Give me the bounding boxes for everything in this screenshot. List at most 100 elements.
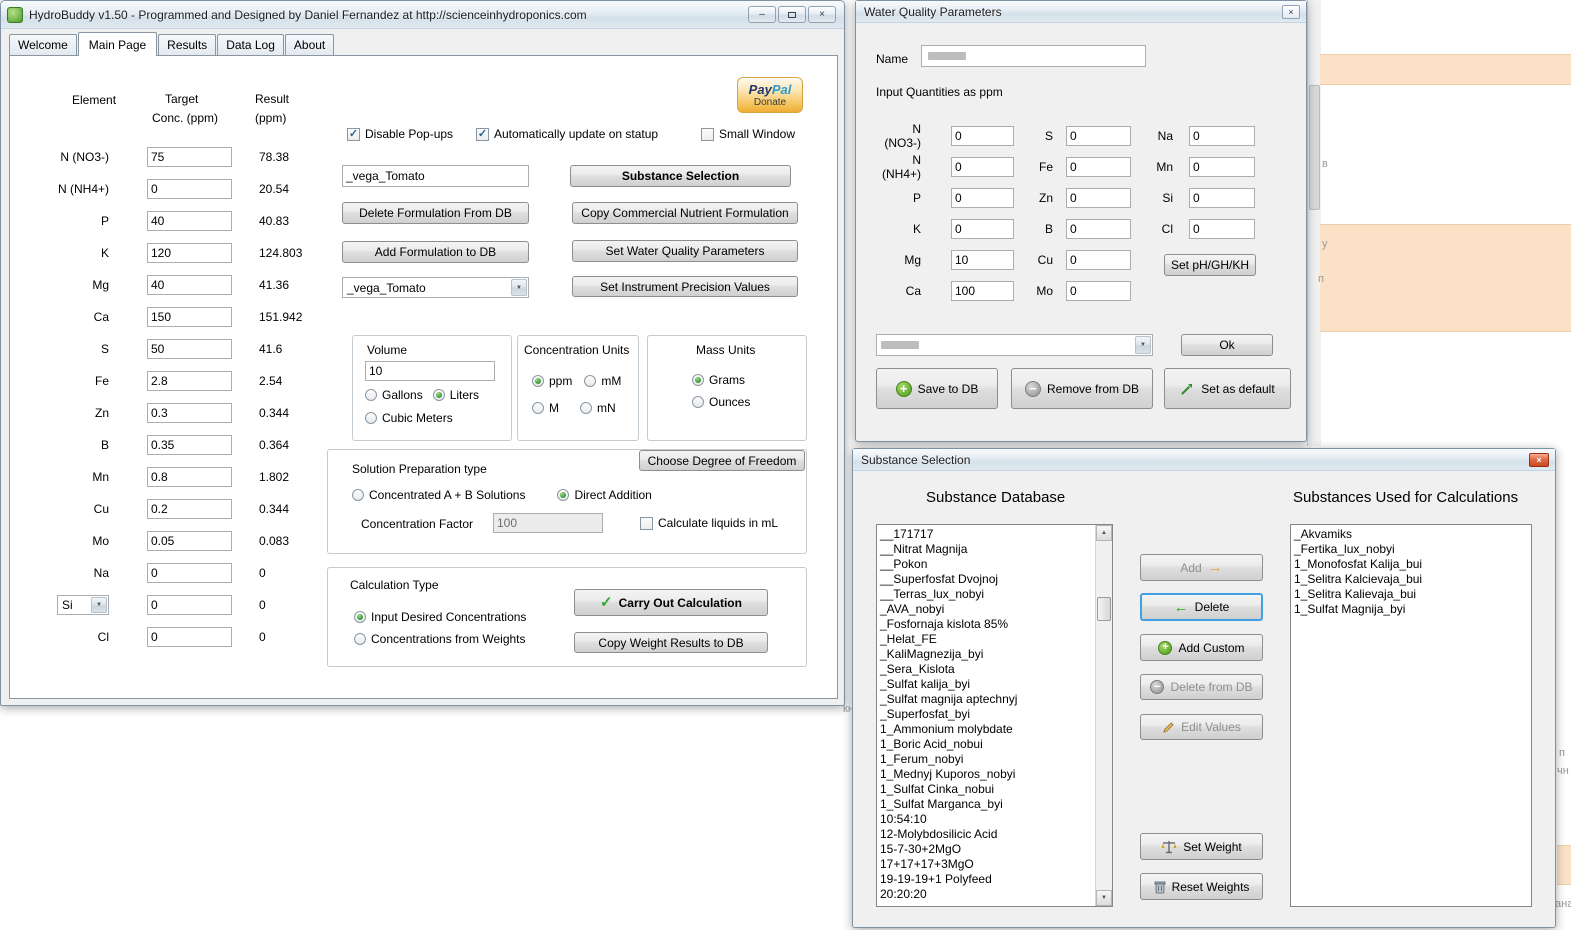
delete-from-db-button[interactable]: − Delete from DB <box>1140 674 1263 700</box>
substance-item[interactable]: 1_Monofosfat Kalija_bui <box>1291 557 1531 572</box>
substance-item[interactable]: _Sulfat kalija_byi <box>877 677 1095 692</box>
target-conc-input[interactable] <box>147 563 232 583</box>
wq-field-input[interactable] <box>1066 126 1131 146</box>
target-conc-input[interactable] <box>147 243 232 263</box>
radio-option[interactable]: mM <box>584 374 621 388</box>
checkbox-calc-liquids[interactable]: ✓ Calculate liquids in mL <box>640 516 778 530</box>
close-button[interactable]: × <box>1529 453 1549 467</box>
radio-option[interactable]: Concentrations from Weights <box>354 632 564 646</box>
set-ph-gh-kh-button[interactable]: Set pH/GH/KH <box>1164 254 1256 276</box>
reset-weights-button[interactable]: Reset Weights <box>1140 873 1263 900</box>
delete-formulation-button[interactable]: Delete Formulation From DB <box>342 202 529 224</box>
wq-field-input[interactable] <box>1189 157 1255 177</box>
radio-option[interactable]: mN <box>580 401 616 415</box>
substance-item[interactable]: __Terras_lux_nobyi <box>877 587 1095 602</box>
substance-item[interactable]: 1_Ammonium molybdate <box>877 722 1095 737</box>
checkbox-auto-update[interactable]: ✓ Automatically update on statup <box>476 127 658 141</box>
radio-option[interactable]: Concentrated A + B Solutions <box>352 488 525 502</box>
ok-button[interactable]: Ok <box>1181 334 1273 356</box>
set-weight-button[interactable]: Set Weight <box>1140 833 1263 860</box>
target-conc-input[interactable] <box>147 595 232 615</box>
substance-item[interactable]: _AVA_nobyi <box>877 602 1095 617</box>
substance-item[interactable]: 1_Boric Acid_nobui <box>877 737 1095 752</box>
wq-source-dropdown[interactable]: ▼ <box>876 334 1153 356</box>
target-conc-input[interactable] <box>147 531 232 551</box>
set-as-default-button[interactable]: Set as default <box>1164 368 1291 409</box>
set-instrument-precision-button[interactable]: Set Instrument Precision Values <box>572 276 798 297</box>
chevron-down-icon[interactable]: ▼ <box>91 597 107 613</box>
radio-option[interactable]: Gallons <box>365 388 423 402</box>
substance-item[interactable]: 1_Sulfat Cinka_nobui <box>877 782 1095 797</box>
substance-item[interactable]: 17+17+17+3MgO <box>877 857 1095 872</box>
name-input[interactable] <box>921 45 1146 67</box>
target-conc-input[interactable] <box>147 147 232 167</box>
target-conc-input[interactable] <box>147 435 232 455</box>
substance-item[interactable]: _Helat_FE <box>877 632 1095 647</box>
substance-item[interactable]: __Nitrat Magnija <box>877 542 1095 557</box>
substance-item[interactable]: _Superfosfat_byi <box>877 707 1095 722</box>
tab[interactable]: Results <box>158 34 217 55</box>
checkbox-disable-popups[interactable]: ✓ Disable Pop-ups <box>347 127 453 141</box>
target-conc-input[interactable] <box>147 467 232 487</box>
wq-field-input[interactable] <box>1066 219 1131 239</box>
substance-item[interactable]: 1_Sulfat Magnija_byi <box>1291 602 1531 617</box>
list-scrollbar[interactable]: ▲ ▼ <box>1095 525 1112 906</box>
substance-item[interactable]: 15-7-30+2MgO <box>877 842 1095 857</box>
wq-field-input[interactable] <box>1066 157 1131 177</box>
minimize-button[interactable]: – <box>748 6 776 23</box>
target-conc-input[interactable] <box>147 371 232 391</box>
substance-item[interactable]: _Akvamiks <box>1291 527 1531 542</box>
scroll-thumb[interactable] <box>1097 597 1111 621</box>
checkbox-small-window[interactable]: ✓ Small Window <box>701 127 795 141</box>
wq-titlebar[interactable]: Water Quality Parameters × <box>856 1 1306 23</box>
substance-database-list[interactable]: ▲ ▼ __171717 __Nitrat Magnija __Pokon __… <box>876 524 1113 907</box>
radio-option[interactable]: Input Desired Concentrations <box>354 610 564 624</box>
carry-out-calculation-button[interactable]: ✓ Carry Out Calculation <box>574 589 768 616</box>
substance-item[interactable]: _Sulfat magnija aptechnyj <box>877 692 1095 707</box>
substance-item[interactable]: 12-Molybdosilicic Acid <box>877 827 1095 842</box>
radio-option[interactable]: Cubic Meters <box>365 411 453 425</box>
substance-item[interactable]: 1_Mednyj Kuporos_nobyi <box>877 767 1095 782</box>
delete-substance-button[interactable]: ← Delete <box>1140 593 1263 621</box>
substance-titlebar[interactable]: Substance Selection × <box>853 449 1555 471</box>
target-conc-input[interactable] <box>147 499 232 519</box>
maximize-button[interactable] <box>778 6 806 23</box>
radio-option[interactable]: Liters <box>432 388 479 402</box>
substance-item[interactable]: __Pokon <box>877 557 1095 572</box>
wq-field-input[interactable] <box>951 281 1014 301</box>
add-custom-button[interactable]: + Add Custom <box>1140 634 1263 661</box>
wq-field-input[interactable] <box>1066 188 1131 208</box>
add-substance-button[interactable]: Add → <box>1140 554 1263 581</box>
remove-from-db-button[interactable]: − Remove from DB <box>1011 368 1153 409</box>
substances-used-list[interactable]: _Akvamiks _Fertika_lux_nobyi 1_Monofosfa… <box>1290 524 1532 907</box>
radio-option[interactable]: M <box>532 401 568 415</box>
wq-field-input[interactable] <box>1189 188 1255 208</box>
substance-item[interactable]: _Fosfornaja kislota 85% <box>877 617 1095 632</box>
target-conc-input[interactable] <box>147 211 232 231</box>
radio-option[interactable]: ppm <box>532 374 572 388</box>
add-formulation-button[interactable]: Add Formulation to DB <box>342 241 529 263</box>
radio-option[interactable]: Grams <box>692 373 782 387</box>
substance-item[interactable]: 1_Ferum_nobyi <box>877 752 1095 767</box>
target-conc-input[interactable] <box>147 403 232 423</box>
wq-field-input[interactable] <box>951 126 1014 146</box>
tab[interactable]: Welcome <box>9 34 77 55</box>
substance-item[interactable]: 19-19-19+1 Polyfeed <box>877 872 1095 887</box>
element-select[interactable]: Si ▼ <box>57 595 109 615</box>
scroll-down-icon[interactable]: ▼ <box>1096 890 1112 906</box>
tab[interactable]: Main Page <box>77 32 158 56</box>
formulation-dropdown[interactable]: _vega_Tomato ▼ <box>342 277 529 298</box>
edit-values-button[interactable]: Edit Values <box>1140 714 1263 740</box>
target-conc-input[interactable] <box>147 627 232 647</box>
wq-field-input[interactable] <box>1066 250 1131 270</box>
copy-weight-results-button[interactable]: Copy Weight Results to DB <box>574 632 768 653</box>
close-button[interactable]: × <box>1282 5 1300 19</box>
substance-item[interactable]: 1_Selitra Kalcievaja_bui <box>1291 572 1531 587</box>
substance-selection-button[interactable]: Substance Selection <box>570 165 791 187</box>
wq-field-input[interactable] <box>951 219 1014 239</box>
wq-field-input[interactable] <box>951 188 1014 208</box>
target-conc-input[interactable] <box>147 307 232 327</box>
substance-item[interactable]: 1_Sulfat Marganca_byi <box>877 797 1095 812</box>
substance-item[interactable]: 10:54:10 <box>877 812 1095 827</box>
radio-option[interactable]: Direct Addition <box>557 488 652 502</box>
